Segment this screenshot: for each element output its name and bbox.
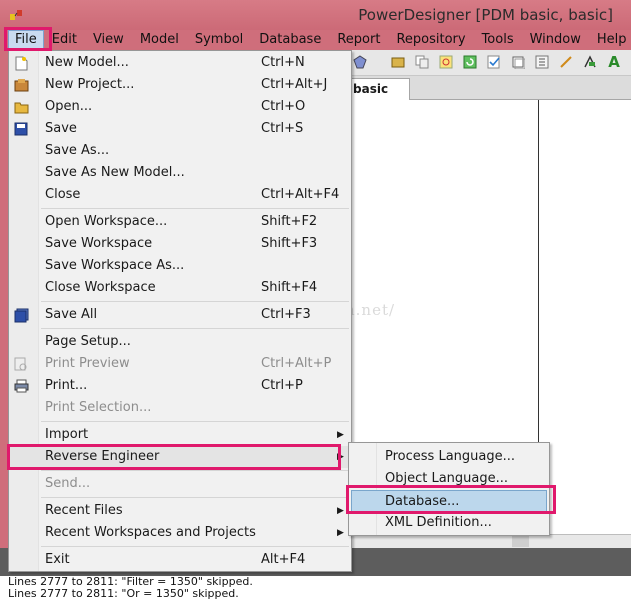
menu-item-save[interactable]: Save Ctrl+S [9,118,351,140]
submenu-arrow-icon: ▶ [337,528,344,538]
find-icon[interactable] [438,54,454,70]
diagram-tab-strip: basic [350,76,631,100]
new-project-icon [13,77,29,93]
menu-item-close-workspace[interactable]: Close Workspace Shift+F4 [9,277,351,299]
menu-separator [41,328,349,329]
menu-item-send: Send... [45,476,91,491]
menu-item-recent-files[interactable]: Recent Files ▶ [9,500,351,522]
menu-item-new-project[interactable]: New Project... Ctrl+Alt+J [9,74,351,96]
menu-item-open[interactable]: Open... Ctrl+O [9,96,351,118]
window-title: PowerDesigner [PDM basic, basic] [358,6,613,24]
menu-separator [41,470,349,471]
toolbar: A [350,50,631,76]
window-icon[interactable] [510,54,526,70]
submenu-item-object-language[interactable]: Object Language... [349,468,549,490]
menu-separator [41,497,349,498]
menu-separator [41,421,349,422]
submenu-arrow-icon: ▶ [337,506,344,516]
menu-tools[interactable]: Tools [474,30,522,50]
brush-icon[interactable] [558,54,574,70]
submenu-item-database[interactable]: Database... [351,490,547,512]
output-line: Lines 2777 to 2811: "Or = 1350" skipped. [8,587,239,600]
submenu-arrow-icon: ▶ [337,452,344,462]
menu-view[interactable]: View [85,30,132,50]
menu-file[interactable]: File [8,30,44,50]
menu-database[interactable]: Database [251,30,329,50]
menu-item-new-model[interactable]: New Model... Ctrl+N [9,52,351,74]
menu-item-reverse-engineer[interactable]: Reverse Engineer ▶ [9,446,351,468]
menu-item-save-workspace[interactable]: Save Workspace Shift+F3 [9,233,351,255]
menu-item-save-as[interactable]: Save As... [9,140,351,162]
window-left-border [0,50,8,550]
copy-icon[interactable] [414,54,430,70]
menu-item-print[interactable]: Print... Ctrl+P [9,375,351,397]
menu-separator [41,208,349,209]
menu-item-close[interactable]: Close Ctrl+Alt+F4 [9,184,351,206]
menu-item-open-workspace[interactable]: Open Workspace... Shift+F2 [9,211,351,233]
menu-item-print-preview: Print Preview Ctrl+Alt+P [9,353,351,375]
menu-separator [41,546,349,547]
output-pane: Lines 2777 to 2811: "Filter = 1350" skip… [0,576,631,600]
new-model-icon [13,55,29,71]
menu-report[interactable]: Report [329,30,388,50]
submenu-item-xml-definition[interactable]: XML Definition... [349,512,549,534]
menu-item-print-selection: Print Selection... [45,400,152,415]
menu-help[interactable]: Help [589,30,631,50]
open-folder-icon [13,99,29,115]
refresh-icon[interactable] [462,54,478,70]
folder-icon[interactable] [390,54,406,70]
menu-separator [41,301,349,302]
link-icon[interactable] [582,54,598,70]
menu-item-save-workspace-as[interactable]: Save Workspace As... [9,255,351,277]
submenu-arrow-icon: ▶ [337,430,344,440]
save-icon [13,121,29,137]
tab-basic[interactable]: basic [350,78,410,100]
text-icon[interactable]: A [606,53,622,71]
menu-repository[interactable]: Repository [388,30,473,50]
check-icon[interactable] [486,54,502,70]
model-icon[interactable] [352,54,368,70]
reverse-engineer-submenu: Process Language... Object Language... D… [348,442,550,536]
menu-bar: File Edit View Model Symbol Database Rep… [0,30,631,50]
powerdesigner-icon [10,10,22,20]
menu-item-save-all[interactable]: Save All Ctrl+F3 [9,304,351,326]
menu-item-recent-workspaces[interactable]: Recent Workspaces and Projects ▶ [9,522,351,544]
title-bar: PowerDesigner [PDM basic, basic] [0,0,631,30]
menu-model[interactable]: Model [132,30,187,50]
menu-symbol[interactable]: Symbol [187,30,251,50]
menu-item-page-setup[interactable]: Page Setup... [9,331,351,353]
menu-item-save-as-new-model[interactable]: Save As New Model... [9,162,351,184]
printer-icon [13,378,29,394]
menu-item-exit[interactable]: Exit Alt+F4 [9,549,351,571]
layout-icon[interactable] [534,54,550,70]
horizontal-scrollbar[interactable] [350,534,631,548]
print-preview-icon [13,356,29,372]
menu-item-import[interactable]: Import ▶ [9,424,351,446]
file-menu: New Model... Ctrl+N New Project... Ctrl+… [8,50,352,572]
menu-edit[interactable]: Edit [44,30,85,50]
scrollbar-thumb[interactable] [512,536,529,547]
menu-window[interactable]: Window [522,30,589,50]
submenu-item-process-language[interactable]: Process Language... [349,446,549,468]
save-all-icon [13,307,29,323]
